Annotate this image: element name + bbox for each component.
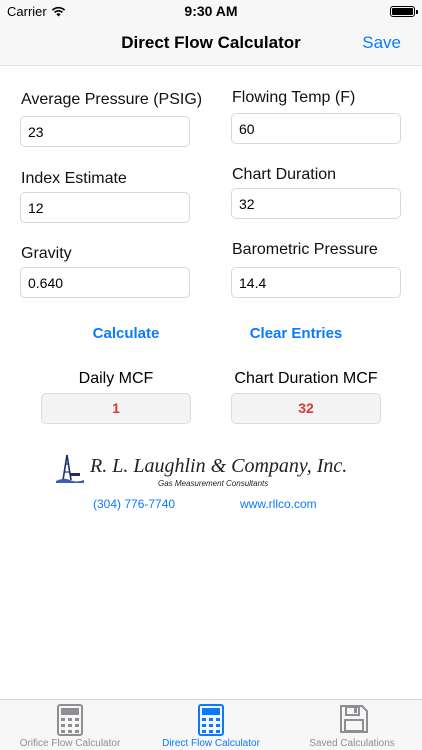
page-title: Direct Flow Calculator — [121, 33, 301, 52]
company-name: R. L. Laughlin & Company, Inc. — [90, 455, 348, 477]
status-time: 9:30 AM — [184, 3, 238, 19]
calculator-icon — [57, 704, 83, 736]
tab-label: Direct Flow Calculator — [162, 738, 260, 749]
average-pressure-input[interactable] — [20, 116, 190, 147]
chart-duration-mcf-value: 32 — [231, 393, 381, 424]
tab-label: Orifice Flow Calculator — [19, 738, 121, 749]
flowing-temp-input[interactable] — [231, 113, 401, 144]
chart-duration-label: Chart Duration — [232, 166, 337, 183]
tab-direct-flow-calculator[interactable]: Direct Flow Calculator — [141, 700, 281, 750]
phone-link[interactable]: (304) 776-7740 — [93, 497, 175, 511]
oil-derrick-logo-icon — [56, 454, 84, 483]
company-subtitle: Gas Measurement Consultants — [158, 479, 269, 488]
chart-duration-mcf-label: Chart Duration MCF — [234, 370, 378, 387]
floppy-disk-icon — [340, 705, 368, 733]
tab-saved-calculations[interactable]: Saved Calculations — [282, 700, 422, 750]
index-estimate-input[interactable] — [20, 192, 190, 223]
status-bar: Carrier 9:30 AM — [0, 0, 422, 22]
calculate-button[interactable]: Calculate — [66, 325, 186, 342]
gravity-input[interactable] — [20, 267, 190, 298]
battery-icon — [390, 6, 418, 17]
save-button[interactable]: Save — [362, 33, 401, 53]
chart-duration-input[interactable] — [231, 188, 401, 219]
website-link[interactable]: www.rllco.com — [240, 497, 317, 511]
tab-orifice-flow-calculator[interactable]: Orifice Flow Calculator — [0, 700, 140, 750]
calculator-icon — [198, 704, 224, 736]
gravity-label: Gravity — [21, 245, 72, 262]
index-estimate-label: Index Estimate — [21, 170, 127, 187]
daily-mcf-value: 1 — [41, 393, 191, 424]
average-pressure-label: Average Pressure (PSIG) — [21, 91, 203, 108]
flowing-temp-label: Flowing Temp (F) — [232, 89, 356, 106]
clear-entries-button[interactable]: Clear Entries — [236, 325, 356, 342]
barometric-pressure-input[interactable] — [231, 267, 401, 298]
tab-label: Saved Calculations — [309, 738, 395, 749]
barometric-pressure-label: Barometric Pressure — [232, 241, 378, 258]
navigation-bar: Direct Flow Calculator Save — [0, 22, 422, 66]
daily-mcf-label: Daily MCF — [78, 370, 154, 387]
tab-bar: Orifice Flow Calculator Direct Flow Calc… — [0, 699, 422, 750]
